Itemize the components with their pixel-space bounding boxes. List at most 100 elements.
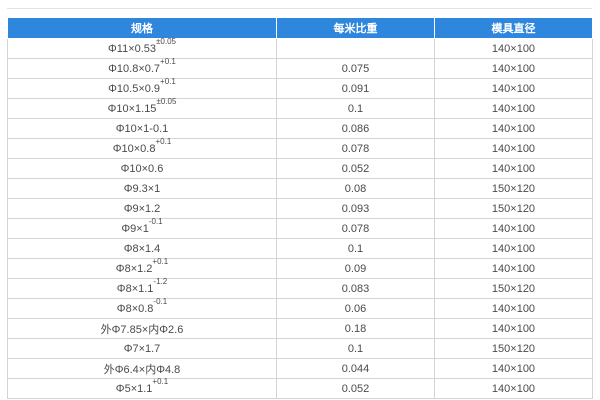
spec-cell: Φ7×1.7: [7, 338, 277, 359]
die-diameter-cell: 150×120: [434, 198, 593, 219]
spec-cell: Φ5×1.1+0.1: [7, 377, 277, 399]
spec-tolerance: -1.2: [153, 277, 168, 287]
weight-per-meter-cell: 0.1: [276, 238, 435, 259]
weight-per-meter-cell: 0.06: [276, 298, 435, 319]
table-row: Φ10×0.6 0.052 140×100: [7, 158, 593, 179]
spec-cell: 外Φ7.85×内Φ2.6: [7, 318, 277, 339]
weight-per-meter-cell: 0.044: [276, 358, 435, 379]
spec-value: Φ10×1-0.1: [115, 122, 169, 135]
weight-per-meter-cell: 0.08: [276, 178, 435, 199]
spec-tolerance: +0.1: [155, 137, 172, 147]
spec-cell: Φ8×1.4: [7, 238, 277, 259]
weight-per-meter-cell: 0.091: [276, 78, 435, 99]
die-diameter-cell: 140×100: [434, 358, 593, 379]
weight-per-meter-cell: 0.052: [276, 158, 435, 179]
die-diameter-cell: 140×100: [434, 38, 593, 59]
spec-value: Φ5×1.1: [115, 382, 153, 395]
spec-tolerance: ±0.05: [156, 37, 176, 47]
spec-value: Φ10×0.6: [120, 162, 164, 175]
weight-per-meter-cell: 0.09: [276, 258, 435, 279]
header-weight-per-meter: 每米比重: [276, 17, 435, 39]
spec-cell: Φ10×1-0.1: [7, 118, 277, 139]
spec-tolerance: +0.1: [152, 257, 169, 267]
table-row: 外Φ6.4×内Φ4.8 0.044 140×100: [7, 358, 593, 379]
spec-value: Φ9×1: [121, 222, 149, 235]
spec-cell: Φ8×1.2+0.1: [7, 257, 277, 279]
die-diameter-cell: 140×100: [434, 298, 593, 319]
table-row: Φ10.5×0.9+0.1 0.091 140×100: [7, 77, 593, 99]
weight-per-meter-cell: 0.078: [276, 138, 435, 159]
die-diameter-cell: 140×100: [434, 138, 593, 159]
table-row: Φ8×1.4 0.1 140×100: [7, 238, 593, 259]
spec-cell: Φ9×1.2: [7, 198, 277, 219]
table-row: 外Φ7.85×内Φ2.6 0.18 140×100: [7, 318, 593, 339]
header-row: 规格 每米比重 模具直径: [7, 17, 593, 39]
table-row: Φ7×1.7 0.1 150×120: [7, 338, 593, 359]
weight-per-meter-cell: 0.078: [276, 218, 435, 239]
spec-value: Φ8×1.2: [115, 262, 153, 275]
die-diameter-cell: 140×100: [434, 58, 593, 79]
spec-value: Φ10×1.15: [107, 102, 157, 115]
spec-cell: Φ8×0.8-0.1: [7, 298, 277, 319]
die-diameter-cell: 150×120: [434, 278, 593, 299]
spec-value: Φ11×0.53: [108, 42, 157, 55]
weight-per-meter-cell: 0.1: [276, 98, 435, 119]
die-diameter-cell: 140×100: [434, 378, 593, 399]
header-die-diameter: 模具直径: [434, 17, 593, 39]
spec-cell: Φ11×0.53±0.05: [7, 37, 277, 59]
die-diameter-cell: 140×100: [434, 238, 593, 259]
table-row: Φ10.8×0.7+0.1 0.075 140×100: [7, 57, 593, 79]
spec-tolerance: ±0.05: [156, 97, 177, 107]
die-diameter-cell: 140×100: [434, 218, 593, 239]
top-divider: [7, 8, 592, 9]
header-spec: 规格: [7, 17, 277, 39]
weight-per-meter-cell: [276, 38, 435, 59]
spec-tolerance: +0.1: [160, 77, 176, 87]
weight-per-meter-cell: 0.18: [276, 318, 435, 339]
spec-table: 规格 每米比重 模具直径 Φ11×0.53±0.05 140×100 Φ10.8×0…: [7, 17, 593, 399]
table-row: Φ9×1-0.1 0.078 140×100: [7, 217, 593, 239]
spec-cell: Φ10×1.15±0.05: [7, 97, 277, 119]
table-row: Φ8×1.1-1.2 0.083 150×120: [7, 277, 593, 299]
spec-value: Φ9.3×1: [123, 182, 161, 195]
spec-tolerance: +0.1: [160, 57, 176, 67]
spec-tolerance: -0.1: [148, 217, 163, 227]
spec-cell: Φ9.3×1: [7, 178, 277, 199]
weight-per-meter-cell: 0.093: [276, 198, 435, 219]
spec-value: 外Φ6.4×内Φ4.8: [103, 363, 181, 376]
weight-per-meter-cell: 0.1: [276, 338, 435, 359]
weight-per-meter-cell: 0.052: [276, 378, 435, 399]
table-row: Φ8×0.8-0.1 0.06 140×100: [7, 298, 593, 319]
table-row: Φ10×1-0.1 0.086 140×100: [7, 118, 593, 139]
spec-cell: Φ10×0.6: [7, 158, 277, 179]
die-diameter-cell: 140×100: [434, 78, 593, 99]
spec-value: Φ7×1.7: [123, 342, 161, 355]
table-row: Φ8×1.2+0.1 0.09 140×100: [7, 257, 593, 279]
weight-per-meter-cell: 0.083: [276, 278, 435, 299]
spec-cell: Φ10×0.8+0.1: [7, 137, 277, 159]
spec-value: Φ8×0.8: [116, 302, 154, 315]
spec-value: Φ10.8×0.7: [108, 62, 161, 75]
spec-value: Φ9×1.2: [123, 202, 161, 215]
die-diameter-cell: 140×100: [434, 158, 593, 179]
table-body: Φ11×0.53±0.05 140×100 Φ10.8×0.7+0.1 0.075 14…: [7, 37, 593, 399]
die-diameter-cell: 150×120: [434, 338, 593, 359]
weight-per-meter-cell: 0.086: [276, 118, 435, 139]
table-row: Φ9.3×1 0.08 150×120: [7, 178, 593, 199]
table-row: Φ10×0.8+0.1 0.078 140×100: [7, 137, 593, 159]
spec-cell: 外Φ6.4×内Φ4.8: [7, 358, 277, 379]
spec-cell: Φ8×1.1-1.2: [7, 277, 277, 299]
spec-value: Φ8×1.1: [116, 282, 154, 295]
table-row: Φ11×0.53±0.05 140×100: [7, 37, 593, 59]
spec-tolerance: +0.1: [152, 377, 169, 387]
weight-per-meter-cell: 0.075: [276, 58, 435, 79]
spec-cell: Φ9×1-0.1: [7, 217, 277, 239]
table-header: 规格 每米比重 模具直径: [7, 17, 593, 39]
die-diameter-cell: 140×100: [434, 318, 593, 339]
spec-value: 外Φ7.85×内Φ2.6: [100, 323, 184, 336]
die-diameter-cell: 150×120: [434, 178, 593, 199]
spec-cell: Φ10.5×0.9+0.1: [7, 77, 277, 99]
table-row: Φ9×1.2 0.093 150×120: [7, 198, 593, 219]
die-diameter-cell: 140×100: [434, 118, 593, 139]
spec-cell: Φ10.8×0.7+0.1: [7, 57, 277, 79]
